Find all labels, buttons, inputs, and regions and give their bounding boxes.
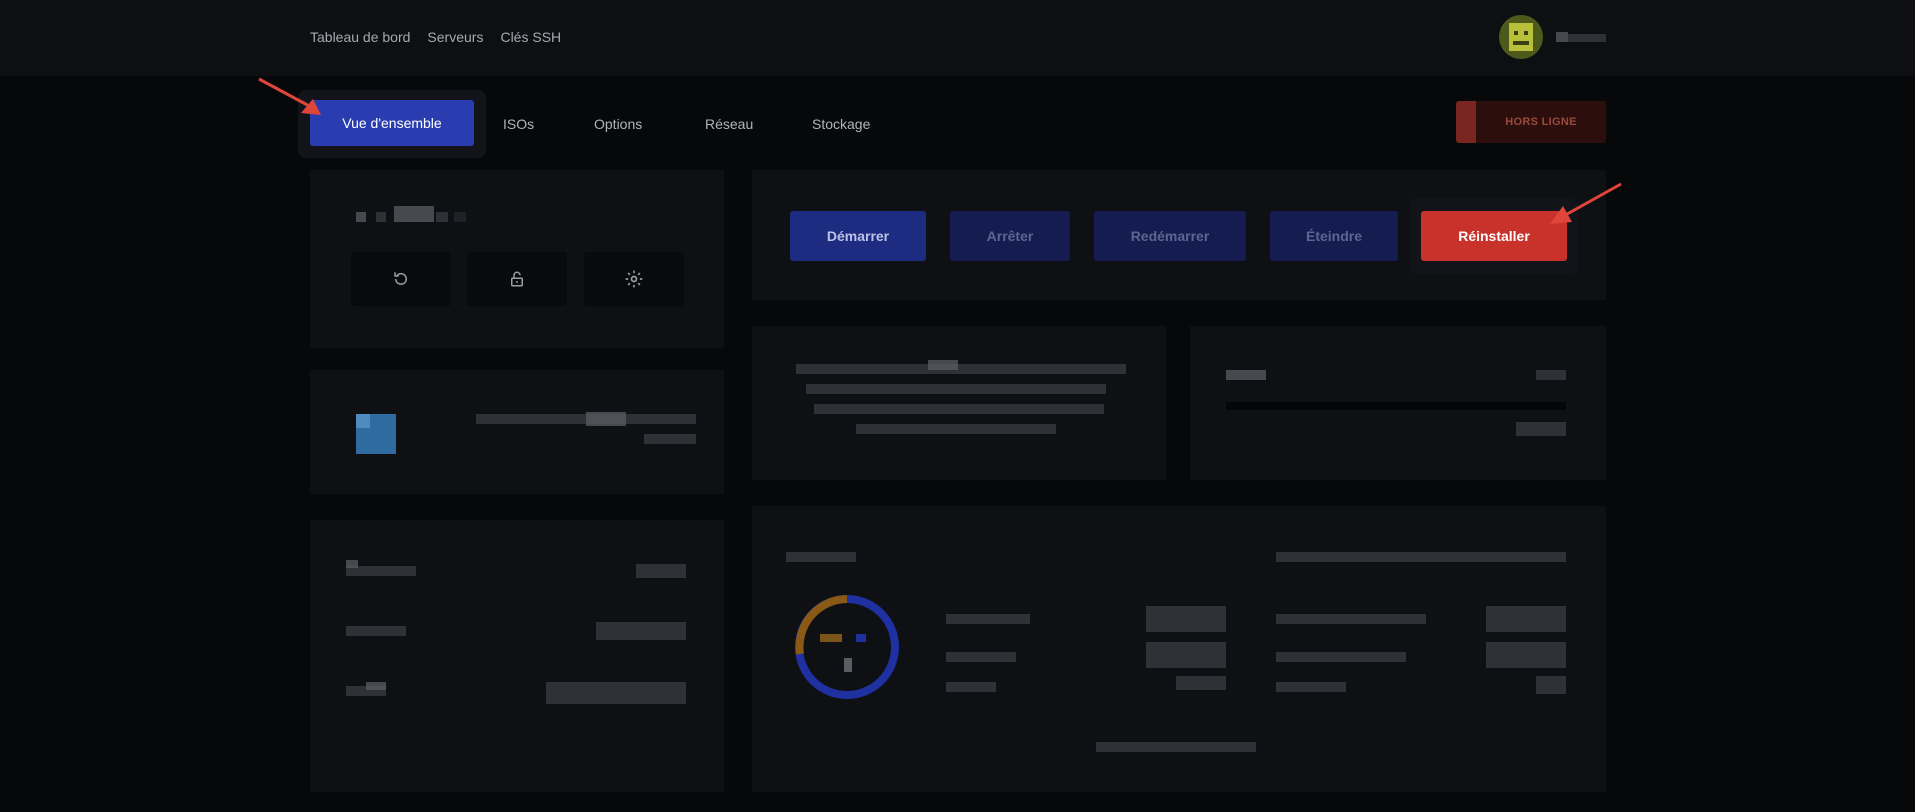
nav-ssh-keys[interactable]: Clés SSH [500,29,561,45]
details-card [310,520,724,792]
nav-dashboard[interactable]: Tableau de bord [310,29,410,45]
status-label: HORS LIGNE [1505,116,1577,128]
refresh-icon [394,272,407,285]
reinstall-button[interactable]: Réinstaller [1421,211,1567,261]
gear-icon [625,270,643,288]
refresh-button[interactable] [351,252,451,306]
top-nav: Tableau de bord Serveurs Clés SSH [310,29,561,45]
start-button[interactable]: Démarrer [790,211,926,261]
avatar[interactable] [1499,15,1543,59]
nav-servers[interactable]: Serveurs [427,29,483,45]
stop-button[interactable]: Arrêter [950,211,1070,261]
settings-button[interactable] [584,252,684,306]
usage-donut [795,595,899,699]
lock-button[interactable] [467,252,567,306]
status-badge: HORS LIGNE [1456,101,1606,143]
os-card [310,370,724,494]
info-card [752,326,1166,480]
tab-storage[interactable]: Stockage [812,116,870,132]
username-redacted[interactable] [1556,32,1606,42]
tab-network[interactable]: Réseau [705,116,753,132]
avatar-face-icon [1509,23,1533,51]
usage-card [752,506,1606,792]
tab-overview[interactable]: Vue d'ensemble [310,100,474,146]
resource-card [1190,326,1606,480]
status-stripe [1456,101,1476,143]
resource-bar [1226,402,1566,410]
tab-isos[interactable]: ISOs [503,116,534,132]
tab-options[interactable]: Options [594,116,642,132]
restart-button[interactable]: Redémarrer [1094,211,1246,261]
lock-icon [511,271,523,287]
top-bar: Tableau de bord Serveurs Clés SSH [0,0,1915,76]
shutdown-button[interactable]: Éteindre [1270,211,1398,261]
